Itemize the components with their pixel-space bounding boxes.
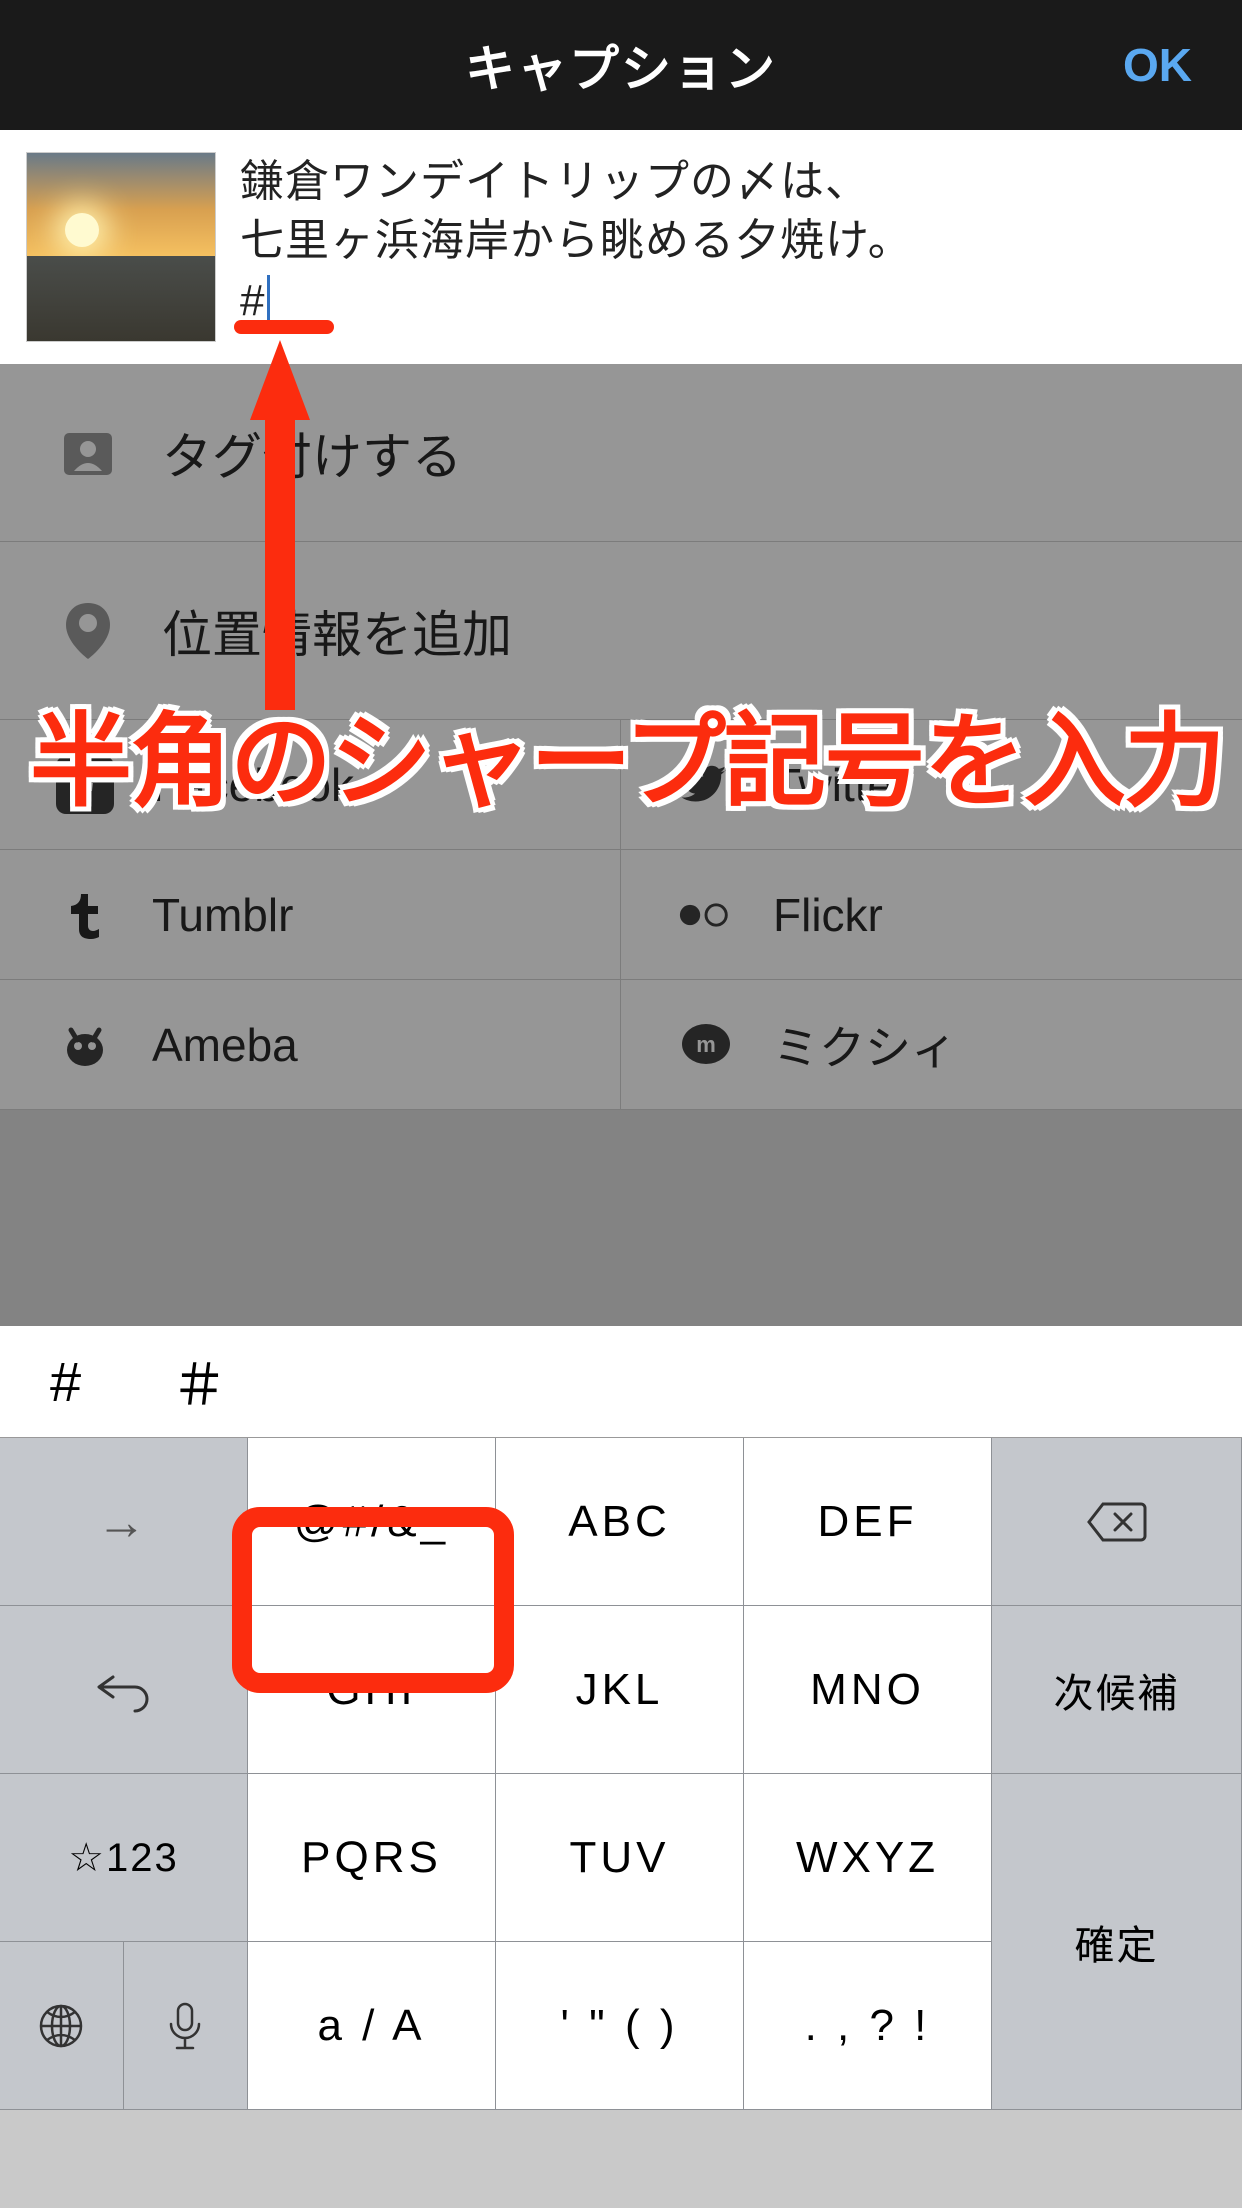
key-backspace[interactable] bbox=[992, 1438, 1242, 1606]
tag-people-label: タグ付けする bbox=[162, 417, 462, 489]
caption-line1: 鎌倉ワンデイトリップの〆は、 bbox=[240, 157, 870, 206]
caption-text-area[interactable]: 鎌倉ワンデイトリップの〆は、 七里ヶ浜海岸から眺める夕焼け。 # bbox=[240, 152, 913, 330]
backspace-icon bbox=[1085, 1500, 1149, 1544]
key-globe-mic bbox=[0, 1942, 248, 2110]
key-tuv[interactable]: TUV bbox=[496, 1774, 744, 1942]
suggestion-1[interactable]: # bbox=[50, 1349, 81, 1414]
key-arrow[interactable]: → bbox=[0, 1438, 248, 1606]
mixi-label: ミクシィ bbox=[773, 1012, 957, 1078]
tag-person-icon bbox=[56, 421, 120, 485]
share-mixi[interactable]: m ミクシィ bbox=[621, 980, 1242, 1110]
key-globe[interactable] bbox=[0, 1942, 124, 2109]
undo-icon bbox=[95, 1667, 153, 1713]
dimmed-options: タグ付けする 位置情報を追加 Facebook Twitter Tumblr bbox=[0, 364, 1242, 1326]
flickr-label: Flickr bbox=[773, 888, 883, 942]
key-confirm[interactable]: 確定 bbox=[992, 1774, 1242, 2110]
keyboard: → @#/&_ ABC DEF GHI JKL MNO 次候補 ☆123 PQR… bbox=[0, 1438, 1242, 2110]
key-mic[interactable] bbox=[124, 1942, 248, 2109]
key-quotes[interactable]: ' " ( ) bbox=[496, 1942, 744, 2110]
post-thumbnail[interactable] bbox=[26, 152, 216, 342]
flickr-icon bbox=[677, 886, 735, 944]
ameba-icon bbox=[56, 1016, 114, 1074]
key-abc[interactable]: ABC bbox=[496, 1438, 744, 1606]
caption-line2: 七里ヶ浜海岸から眺める夕焼け。 bbox=[240, 216, 913, 265]
key-def[interactable]: DEF bbox=[744, 1438, 992, 1606]
key-symbols[interactable]: @#/&_ bbox=[248, 1438, 496, 1606]
key-case[interactable]: a / A bbox=[248, 1942, 496, 2110]
page-title: キャプション bbox=[465, 29, 777, 101]
tag-people-row[interactable]: タグ付けする bbox=[0, 364, 1242, 542]
annotation-underline bbox=[234, 320, 334, 334]
key-numeric[interactable]: ☆123 bbox=[0, 1774, 248, 1942]
text-cursor bbox=[267, 275, 270, 323]
key-wxyz[interactable]: WXYZ bbox=[744, 1774, 992, 1942]
key-punct[interactable]: . , ? ! bbox=[744, 1942, 992, 2110]
key-pqrs[interactable]: PQRS bbox=[248, 1774, 496, 1942]
tumblr-icon bbox=[56, 886, 114, 944]
key-next-candidate[interactable]: 次候補 bbox=[992, 1606, 1242, 1774]
caption-row: 鎌倉ワンデイトリップの〆は、 七里ヶ浜海岸から眺める夕焼け。 # bbox=[0, 130, 1242, 364]
location-pin-icon bbox=[56, 599, 120, 663]
ok-button[interactable]: OK bbox=[1123, 38, 1192, 92]
ameba-label: Ameba bbox=[152, 1018, 298, 1072]
key-ghi[interactable]: GHI bbox=[248, 1606, 496, 1774]
globe-icon bbox=[37, 2002, 85, 2050]
key-undo[interactable] bbox=[0, 1606, 248, 1774]
mixi-icon: m bbox=[677, 1016, 735, 1074]
tumblr-label: Tumblr bbox=[152, 888, 293, 942]
share-flickr[interactable]: Flickr bbox=[621, 850, 1242, 980]
key-jkl[interactable]: JKL bbox=[496, 1606, 744, 1774]
empty-area bbox=[0, 1110, 1242, 1326]
suggestion-bar: # ＃ bbox=[0, 1326, 1242, 1438]
annotation-text: 半角のシャープ記号を入力 bbox=[30, 680, 1224, 827]
suggestion-2[interactable]: ＃ bbox=[171, 1341, 227, 1422]
share-tumblr[interactable]: Tumblr bbox=[0, 850, 621, 980]
mic-icon bbox=[165, 2000, 205, 2052]
svg-text:m: m bbox=[696, 1032, 716, 1057]
key-mno[interactable]: MNO bbox=[744, 1606, 992, 1774]
share-ameba[interactable]: Ameba bbox=[0, 980, 621, 1110]
header-bar: キャプション OK bbox=[0, 0, 1242, 130]
add-location-label: 位置情報を追加 bbox=[162, 595, 512, 667]
